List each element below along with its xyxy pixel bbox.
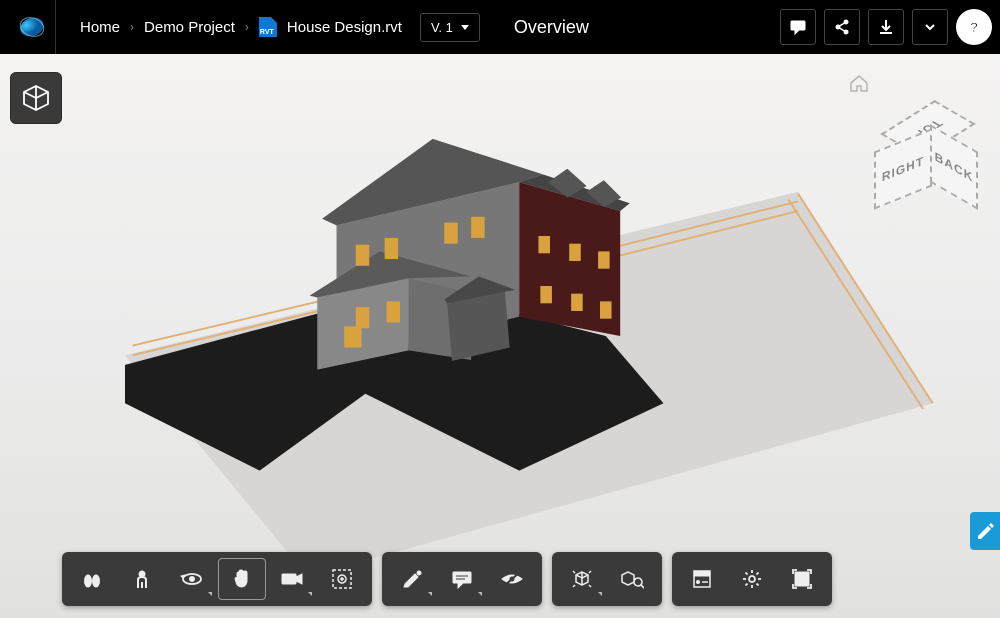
first-person-tool[interactable] bbox=[118, 558, 166, 600]
scene-placeholder bbox=[0, 54, 1000, 618]
toolbar-group-markup bbox=[382, 552, 542, 606]
walk-icon bbox=[81, 568, 103, 590]
app-logo[interactable] bbox=[0, 0, 56, 54]
model-browser-icon bbox=[620, 568, 644, 590]
chevron-down-icon bbox=[923, 20, 937, 34]
model-browser-tool[interactable] bbox=[608, 558, 656, 600]
markup-icon bbox=[401, 568, 423, 590]
pan-icon bbox=[231, 568, 253, 590]
walk-tool[interactable] bbox=[68, 558, 116, 600]
toolbar-group-nav bbox=[62, 552, 372, 606]
comments-icon bbox=[789, 18, 807, 36]
explode-tool[interactable] bbox=[558, 558, 606, 600]
viewer-toolbar bbox=[62, 552, 832, 606]
breadcrumb-home[interactable]: Home bbox=[80, 19, 120, 36]
explode-icon bbox=[570, 568, 594, 590]
camera-icon bbox=[280, 569, 304, 589]
page-title: Overview bbox=[514, 17, 776, 38]
share-icon bbox=[833, 18, 851, 36]
version-label: V. 1 bbox=[431, 20, 453, 35]
svg-text:?: ? bbox=[970, 19, 979, 35]
zoom-window-icon bbox=[331, 568, 353, 590]
home-icon bbox=[848, 72, 870, 94]
zoom-window-tool[interactable] bbox=[318, 558, 366, 600]
orbit-tool[interactable] bbox=[168, 558, 216, 600]
properties-tool[interactable] bbox=[678, 558, 726, 600]
version-select[interactable]: V. 1 bbox=[420, 13, 480, 42]
settings-icon bbox=[741, 568, 763, 590]
properties-cube-button[interactable] bbox=[10, 72, 62, 124]
pan-tool[interactable] bbox=[218, 558, 266, 600]
header: Home › Demo Project › RVT House Design.r… bbox=[0, 0, 1000, 54]
share-button[interactable] bbox=[824, 9, 860, 45]
toolbar-group-model bbox=[552, 552, 662, 606]
chevron-right-icon: › bbox=[130, 20, 134, 34]
comment-icon bbox=[451, 569, 473, 589]
breadcrumb-file[interactable]: House Design.rvt bbox=[287, 19, 402, 36]
properties-icon bbox=[691, 568, 713, 590]
download-button[interactable] bbox=[868, 9, 904, 45]
orbit-icon bbox=[180, 568, 204, 590]
feedback-icon bbox=[976, 522, 994, 540]
breadcrumb: Home › Demo Project › RVT House Design.r… bbox=[80, 17, 402, 37]
comments-button[interactable] bbox=[780, 9, 816, 45]
viewcube[interactable]: TOP RIGHT BACK bbox=[864, 94, 984, 214]
header-actions: ? bbox=[780, 9, 992, 45]
hide-tool[interactable] bbox=[488, 558, 536, 600]
toolbar-group-settings bbox=[672, 552, 832, 606]
viewport-3d[interactable]: TOP RIGHT BACK bbox=[0, 54, 1000, 618]
breadcrumb-project[interactable]: Demo Project bbox=[144, 19, 235, 36]
feedback-tab[interactable] bbox=[970, 512, 1000, 550]
camera-tool[interactable] bbox=[268, 558, 316, 600]
first-person-icon bbox=[131, 568, 153, 590]
hide-icon bbox=[500, 569, 524, 589]
help-icon: ? bbox=[964, 17, 984, 37]
viewcube-right[interactable]: RIGHT bbox=[874, 128, 932, 209]
fullscreen-icon bbox=[791, 568, 813, 590]
rvt-file-icon: RVT bbox=[259, 17, 277, 37]
more-actions-button[interactable] bbox=[912, 9, 948, 45]
chevron-right-icon: › bbox=[245, 20, 249, 34]
settings-tool[interactable] bbox=[728, 558, 776, 600]
bim360-logo-icon bbox=[18, 13, 46, 41]
help-button[interactable]: ? bbox=[956, 9, 992, 45]
cube-icon bbox=[21, 83, 51, 113]
download-icon bbox=[877, 18, 895, 36]
fullscreen-tool[interactable] bbox=[778, 558, 826, 600]
comment-tool[interactable] bbox=[438, 558, 486, 600]
markup-tool[interactable] bbox=[388, 558, 436, 600]
